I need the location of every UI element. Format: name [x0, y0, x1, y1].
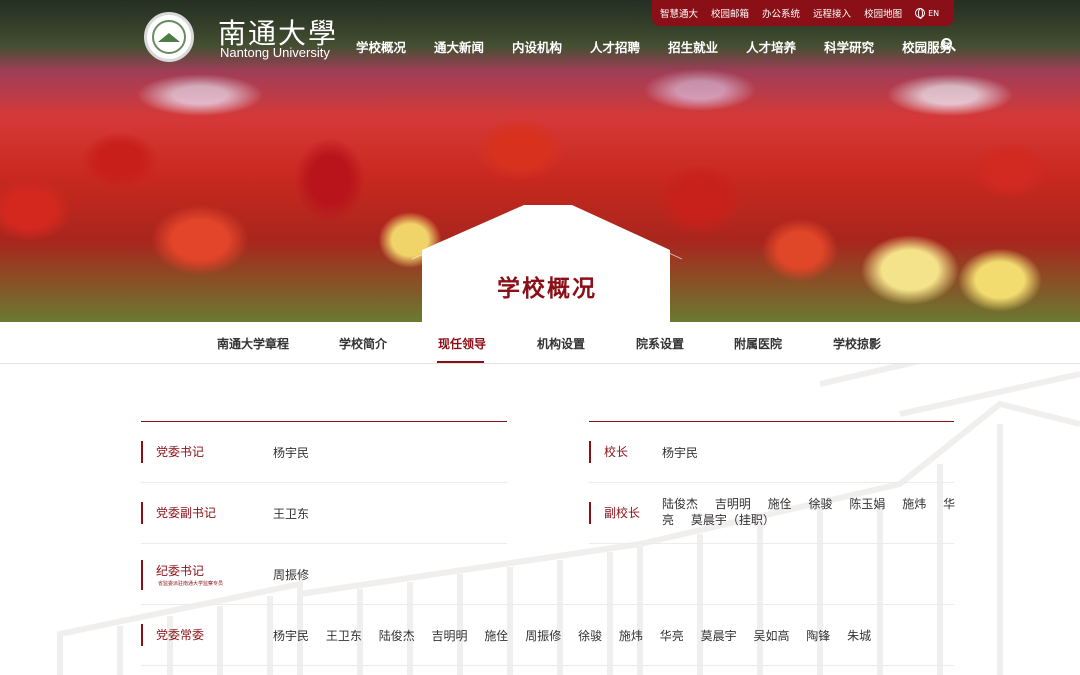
nav-item-recruitment[interactable]: 人才招聘 — [590, 37, 640, 56]
hero-banner: 南通大學 Nantong University 智慧通大 校园邮箱 办公系统 远… — [0, 0, 1080, 322]
nav-item-admissions[interactable]: 招生就业 — [668, 37, 718, 56]
role-label: 党委书记 — [156, 445, 205, 459]
logo-emblem-icon — [152, 20, 186, 54]
row-divider — [141, 543, 507, 544]
names-president: 杨宇民 — [662, 444, 711, 461]
nav-item-news[interactable]: 通大新闻 — [434, 37, 484, 56]
logo-roof-icon — [158, 32, 180, 42]
subnav-active-indicator — [437, 361, 484, 363]
title-plate-shape — [412, 205, 682, 322]
role-standing-committee: 党委常委 — [141, 624, 204, 646]
util-link-mail[interactable]: 校园邮箱 — [711, 6, 749, 20]
leader-name[interactable]: 施炜 — [619, 629, 643, 643]
role-sublabel: 省监委派驻南通大学监察专员 — [158, 581, 224, 587]
role-deputy-party-secretary: 党委副书记 — [141, 502, 216, 524]
leader-name[interactable]: 徐骏 — [809, 497, 833, 511]
leader-name[interactable]: 莫晨宇（挂职） — [691, 513, 775, 527]
leader-name[interactable]: 徐骏 — [578, 629, 602, 643]
leader-name[interactable]: 陶锋 — [806, 629, 830, 643]
subnav-item-intro[interactable]: 学校简介 — [339, 335, 387, 352]
right-column-rule — [589, 421, 954, 422]
names-vice-president: 陆俊杰 吉明明 施佺 徐骏 陈玉娟 施炜 华亮 莫晨宇（挂职） — [662, 496, 962, 528]
leader-name[interactable]: 施佺 — [768, 497, 792, 511]
subnav-item-organization[interactable]: 机构设置 — [537, 335, 585, 352]
util-link-vpn[interactable]: 远程接入 — [813, 6, 851, 20]
globe-icon — [915, 8, 926, 19]
leader-name[interactable]: 施佺 — [484, 629, 508, 643]
leader-name[interactable]: 王卫东 — [273, 507, 309, 521]
language-switch[interactable]: EN — [915, 8, 940, 19]
leader-name[interactable]: 周振修 — [273, 568, 309, 582]
leader-name[interactable]: 吉明明 — [432, 629, 468, 643]
row-divider — [589, 543, 954, 544]
page-title: 学校概况 — [497, 276, 597, 302]
role-label: 纪委书记 — [156, 564, 205, 578]
role-label: 副校长 — [604, 506, 641, 520]
role-president: 校长 — [589, 441, 628, 463]
leader-name[interactable]: 陆俊杰 — [662, 497, 698, 511]
leader-name[interactable]: 陈玉娟 — [849, 497, 885, 511]
leader-name[interactable]: 杨宇民 — [273, 446, 309, 460]
subnav-item-leaders[interactable]: 现任领导 — [438, 335, 486, 352]
names-deputy-party-secretary: 王卫东 — [273, 505, 322, 522]
main-nav: 学校概况 通大新闻 内设机构 人才招聘 招生就业 人才培养 科学研究 校园服务 — [356, 37, 980, 56]
nav-item-departments[interactable]: 内设机构 — [512, 37, 562, 56]
subnav-item-schools[interactable]: 院系设置 — [636, 335, 684, 352]
leader-name[interactable]: 施炜 — [902, 497, 926, 511]
subnav-item-charter[interactable]: 南通大学章程 — [217, 335, 289, 352]
leader-name[interactable]: 莫晨宇 — [701, 629, 737, 643]
leader-name[interactable]: 周振修 — [525, 629, 561, 643]
leader-name[interactable]: 朱城 — [847, 629, 871, 643]
nav-item-education[interactable]: 人才培养 — [746, 37, 796, 56]
role-discipline-secretary: 纪委书记 省监委派驻南通大学监察专员 — [141, 560, 223, 590]
subnav-item-gallery[interactable]: 学校掠影 — [833, 335, 881, 352]
role-label: 校长 — [604, 445, 629, 459]
utility-bar: 智慧通大 校园邮箱 办公系统 远程接入 校园地图 EN — [652, 0, 954, 26]
util-link-office[interactable]: 办公系统 — [762, 6, 800, 20]
leader-name[interactable]: 陆俊杰 — [379, 629, 415, 643]
names-party-secretary: 杨宇民 — [273, 444, 322, 461]
left-column-rule — [141, 421, 507, 422]
university-logo[interactable] — [144, 12, 194, 62]
leader-name[interactable]: 王卫东 — [326, 629, 362, 643]
search-icon[interactable] — [941, 38, 952, 49]
leader-name[interactable]: 吉明明 — [715, 497, 751, 511]
language-label: EN — [928, 8, 940, 18]
leader-name[interactable]: 吴如高 — [753, 629, 789, 643]
role-label: 党委常委 — [156, 628, 205, 642]
row-divider — [589, 482, 954, 483]
leader-name[interactable]: 杨宇民 — [662, 446, 698, 460]
util-link-map[interactable]: 校园地图 — [864, 6, 902, 20]
names-standing-committee: 杨宇民 王卫东 陆俊杰 吉明明 施佺 周振修 徐骏 施炜 华亮 莫晨宇 吴如高 … — [273, 627, 884, 644]
leader-name[interactable]: 华亮 — [660, 629, 684, 643]
role-vice-president: 副校长 — [589, 502, 640, 524]
leader-name[interactable]: 杨宇民 — [273, 629, 309, 643]
util-link-smart[interactable]: 智慧通大 — [660, 6, 698, 20]
title-plate: 学校概况 — [412, 205, 682, 322]
nav-item-research[interactable]: 科学研究 — [824, 37, 874, 56]
names-discipline-secretary: 周振修 — [273, 566, 322, 583]
brand-name-en[interactable]: Nantong University — [220, 45, 330, 60]
nav-item-overview[interactable]: 学校概况 — [356, 37, 406, 56]
subnav-item-hospitals[interactable]: 附属医院 — [734, 335, 782, 352]
role-label: 党委副书记 — [156, 506, 217, 520]
row-divider — [141, 665, 954, 666]
row-divider — [141, 604, 954, 605]
row-divider — [141, 482, 507, 483]
sub-nav: 南通大学章程 学校简介 现任领导 机构设置 院系设置 附属医院 学校掠影 — [0, 322, 1080, 364]
role-party-secretary: 党委书记 — [141, 441, 204, 463]
